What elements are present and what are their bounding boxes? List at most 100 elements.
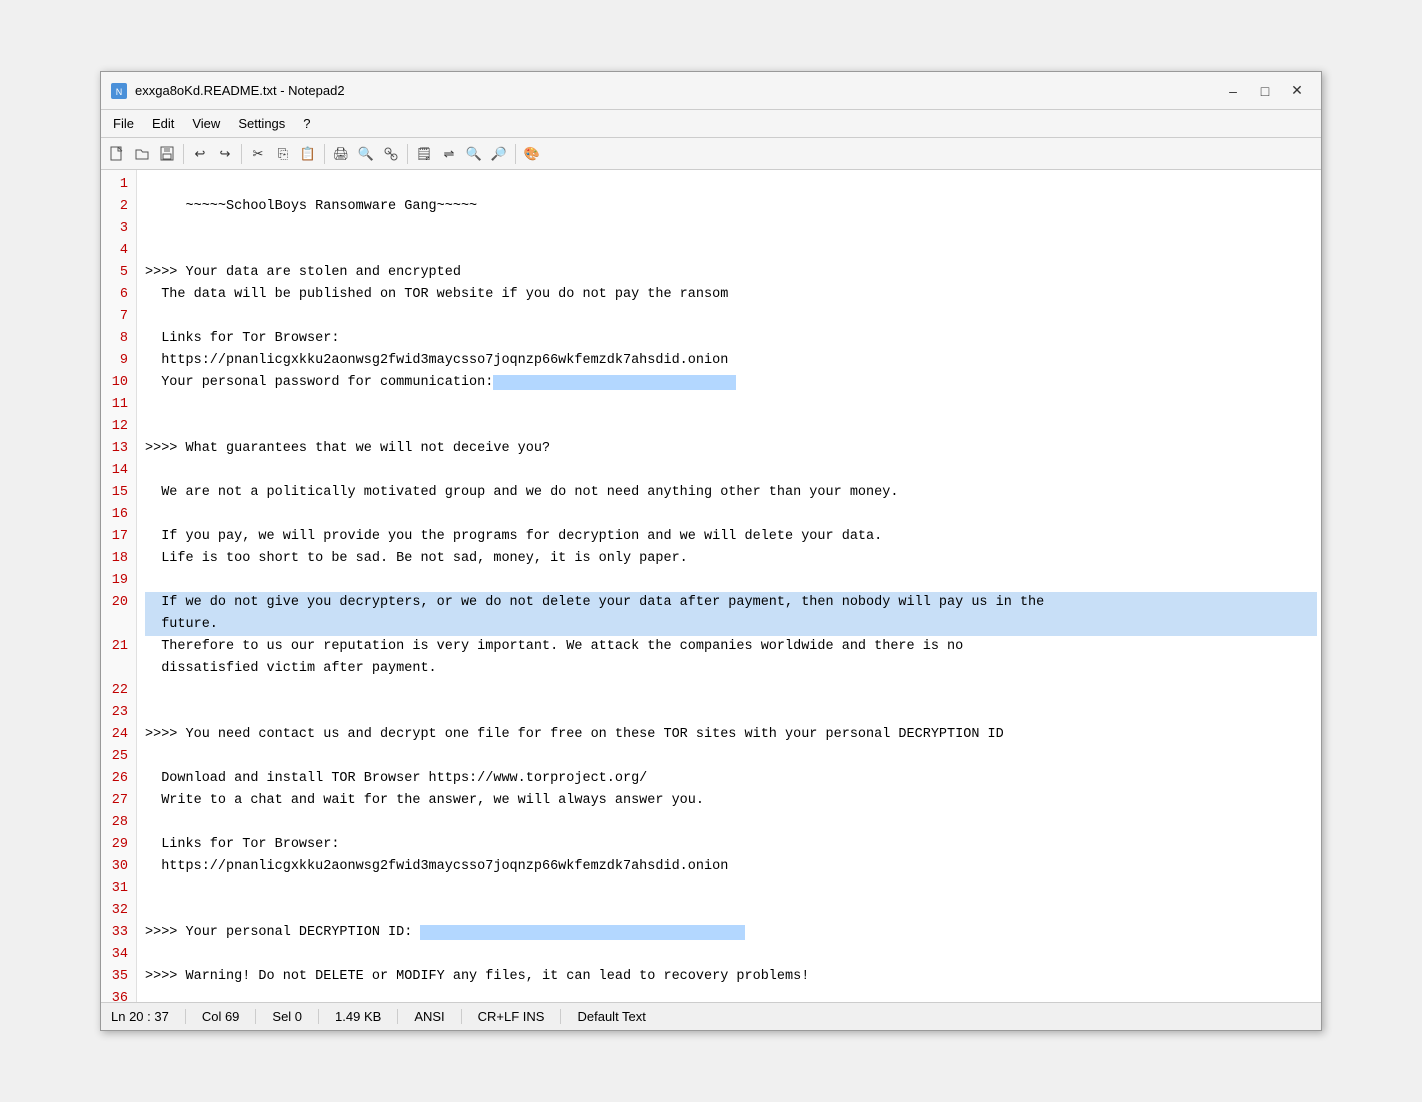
line-number: 8 [105,328,128,350]
line-number [105,658,128,680]
copy-button[interactable]: ⎘ [271,142,295,166]
line-number: 6 [105,284,128,306]
text-line [145,504,1317,526]
close-button[interactable]: ✕ [1283,80,1311,102]
toolbar-sep-2 [241,144,242,164]
menu-file[interactable]: File [105,113,142,134]
text-line [145,746,1317,768]
status-encoding: ANSI [414,1009,461,1024]
cut-button[interactable]: ✂ [246,142,270,166]
window-title: exxga8oKd.README.txt - Notepad2 [135,83,345,98]
text-line [145,878,1317,900]
toolbar-sep-1 [183,144,184,164]
status-col: Col 69 [202,1009,257,1024]
line-number: 16 [105,504,128,526]
window-controls: – □ ✕ [1219,80,1311,102]
line-number: 35 [105,966,128,988]
text-area[interactable]: ~~~~~SchoolBoys Ransomware Gang~~~~~ >>>>… [137,170,1321,1002]
line-number: 15 [105,482,128,504]
line-number: 2 [105,196,128,218]
line-number: 32 [105,900,128,922]
text-line [145,240,1317,262]
text-line: ~~~~~SchoolBoys Ransomware Gang~~~~~ [145,196,1317,218]
text-continuation: dissatisfied victim after payment. [145,658,1317,680]
text-line [145,416,1317,438]
line-numbers: 1234567891011121314151617181920212223242… [101,170,137,1002]
replace-button[interactable] [379,142,403,166]
text-line: Links for Tor Browser: [145,834,1317,856]
print-button[interactable]: 🖨 [329,142,353,166]
text-line: If we do not give you decrypters, or we … [145,592,1317,614]
menu-help[interactable]: ? [295,113,318,134]
line-number: 19 [105,570,128,592]
save-button[interactable] [155,142,179,166]
line-number: 9 [105,350,128,372]
line-number: 27 [105,790,128,812]
text-line [145,944,1317,966]
text-line: https://pnanlicgxkku2aonwsg2fwid3maycsso… [145,350,1317,372]
text-line [145,702,1317,724]
text-line [145,680,1317,702]
status-ln-col: Ln 20 : 37 [111,1009,186,1024]
title-bar: N exxga8oKd.README.txt - Notepad2 – □ ✕ [101,72,1321,110]
minimize-button[interactable]: – [1219,80,1247,102]
line-number: 1 [105,174,128,196]
text-line: If you pay, we will provide you the prog… [145,526,1317,548]
scheme-button[interactable]: 🎨 [520,142,544,166]
text-line [145,570,1317,592]
line-number: 5 [105,262,128,284]
wordwrap-button[interactable]: ⇌ [437,142,461,166]
text-line: >>>> Warning! Do not DELETE or MODIFY an… [145,966,1317,988]
text-line: >>>> Your data are stolen and encrypted [145,262,1317,284]
line-number: 13 [105,438,128,460]
line-number: 11 [105,394,128,416]
line-number: 30 [105,856,128,878]
text-line: >>>> What guarantees that we will not de… [145,438,1317,460]
toolbar-sep-5 [515,144,516,164]
toolbar-sep-4 [407,144,408,164]
line-number: 26 [105,768,128,790]
line-number: 31 [105,878,128,900]
zoom-out-button[interactable]: 🔍 [462,142,486,166]
text-line [145,394,1317,416]
text-line: https://pnanlicgxkku2aonwsg2fwid3maycsso… [145,856,1317,878]
text-line: Therefore to us our reputation is very i… [145,636,1317,658]
line-number: 36 [105,988,128,1002]
text-line [145,218,1317,240]
line-number: 17 [105,526,128,548]
menu-edit[interactable]: Edit [144,113,182,134]
toolbar-sep-3 [324,144,325,164]
redo-button[interactable]: ↪ [213,142,237,166]
line-number: 22 [105,680,128,702]
line-number: 3 [105,218,128,240]
text-line: Write to a chat and wait for the answer,… [145,790,1317,812]
line-number [105,614,128,636]
line-number: 4 [105,240,128,262]
zoom-in-button[interactable]: 🔎 [487,142,511,166]
line-number: 29 [105,834,128,856]
text-line: Links for Tor Browser: [145,328,1317,350]
view-mode-button[interactable]: 🗒 [412,142,436,166]
text-line [145,812,1317,834]
notepad2-window: N exxga8oKd.README.txt - Notepad2 – □ ✕ … [100,71,1322,1031]
line-number: 34 [105,944,128,966]
text-line [145,460,1317,482]
find-button[interactable]: 🔍 [354,142,378,166]
maximize-button[interactable]: □ [1251,80,1279,102]
content-area: 1234567891011121314151617181920212223242… [101,170,1321,1002]
app-icon: N [111,83,127,99]
undo-button[interactable]: ↩ [188,142,212,166]
text-line [145,988,1317,1002]
new-button[interactable] [105,142,129,166]
text-line: We are not a politically motivated group… [145,482,1317,504]
menu-view[interactable]: View [184,113,228,134]
status-bar: Ln 20 : 37 Col 69 Sel 0 1.49 KB ANSI CR+… [101,1002,1321,1030]
line-number: 18 [105,548,128,570]
title-bar-left: N exxga8oKd.README.txt - Notepad2 [111,83,345,99]
paste-button[interactable]: 📋 [296,142,320,166]
open-button[interactable] [130,142,154,166]
text-line: Download and install TOR Browser https:/… [145,768,1317,790]
text-line: Life is too short to be sad. Be not sad,… [145,548,1317,570]
menu-settings[interactable]: Settings [230,113,293,134]
text-line [145,900,1317,922]
